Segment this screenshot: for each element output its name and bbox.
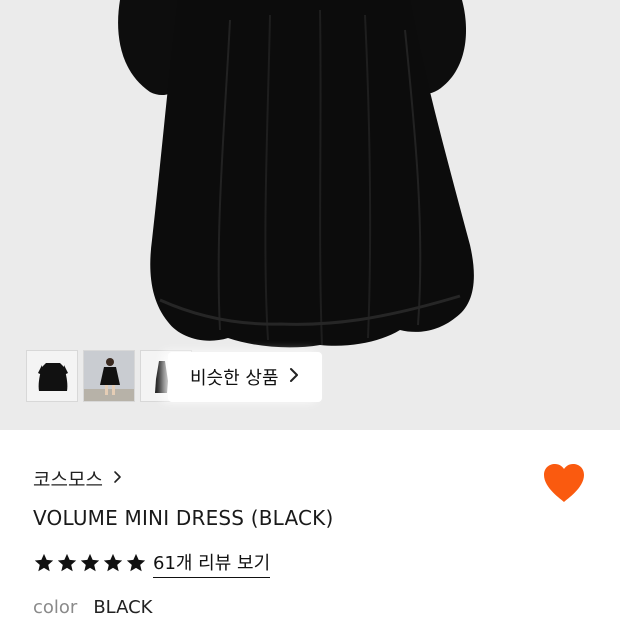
color-value: BLACK (93, 597, 153, 618)
star-icon (80, 553, 100, 572)
star-icon (126, 553, 146, 572)
thumbnail-model-image (84, 351, 134, 401)
brand-link[interactable]: 코스모스 (33, 465, 122, 492)
product-title: VOLUME MINI DRESS (BLACK) (33, 506, 334, 530)
thumbnail-dress-front-image (27, 351, 77, 401)
thumbnail-dress-front[interactable] (26, 350, 78, 402)
wishlist-heart-icon[interactable] (541, 462, 587, 504)
brand-name: 코스모스 (33, 469, 103, 491)
similar-products-button[interactable]: 비슷한 상품 (168, 352, 322, 402)
chevron-right-icon (113, 469, 122, 488)
color-label: color (33, 597, 78, 618)
review-link[interactable]: 61개 리뷰 보기 (153, 549, 271, 578)
rating-row: 61개 리뷰 보기 (33, 549, 271, 578)
product-image-area: 비슷한 상품 (0, 0, 620, 430)
star-icon (34, 553, 54, 572)
color-option-row: color BLACK (33, 597, 153, 618)
chevron-right-icon (289, 367, 299, 388)
star-rating (33, 552, 147, 574)
star-icon (103, 553, 123, 572)
similar-products-label: 비슷한 상품 (190, 368, 279, 389)
thumbnail-model[interactable] (83, 350, 135, 402)
star-icon (57, 553, 77, 572)
